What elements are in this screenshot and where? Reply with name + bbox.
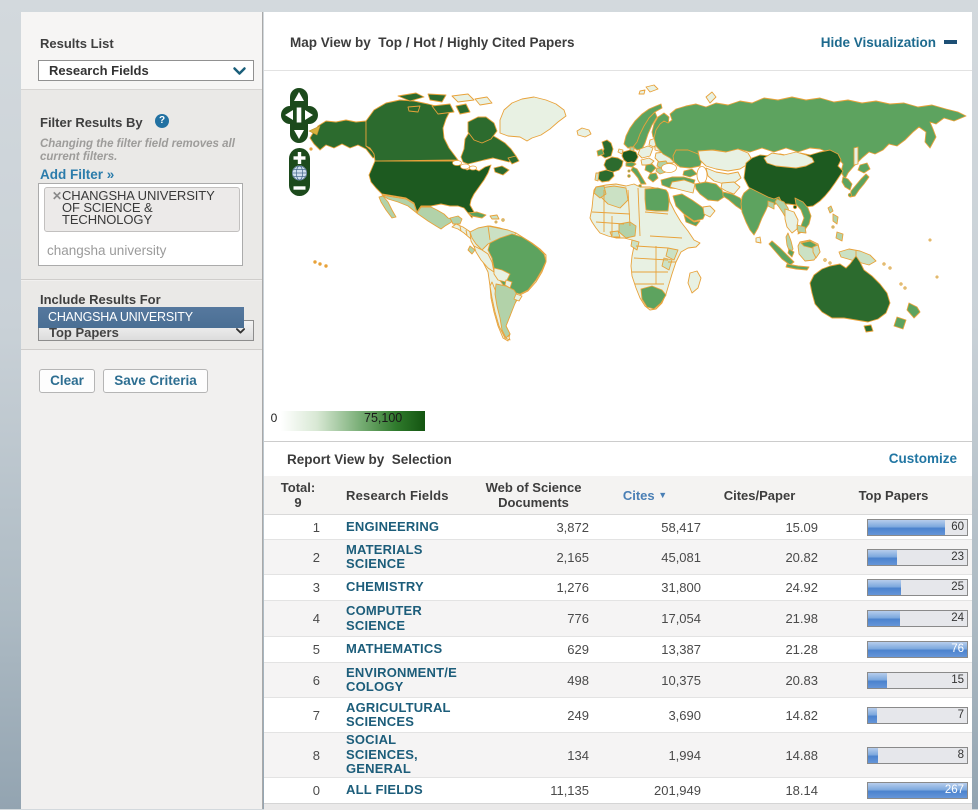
svg-text:0: 0 <box>271 411 278 425</box>
svg-text:75,100: 75,100 <box>364 411 402 425</box>
